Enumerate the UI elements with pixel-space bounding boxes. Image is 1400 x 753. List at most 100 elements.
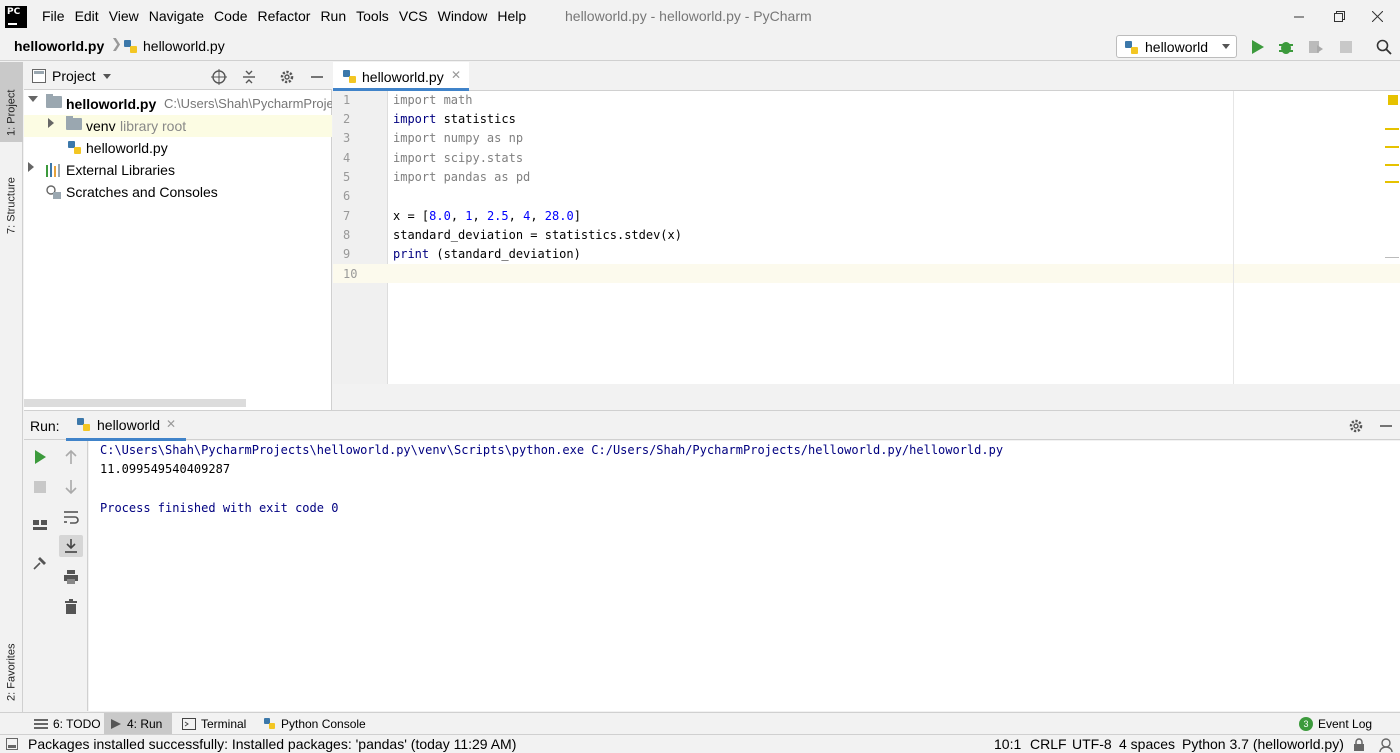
scroll-to-end-button[interactable] [59, 535, 83, 557]
breadcrumb-project[interactable]: helloworld.py [14, 38, 104, 54]
coverage-icon[interactable] [1308, 39, 1324, 55]
python-icon [1125, 41, 1138, 54]
current-line-gutter-highlight [333, 264, 388, 283]
code-text: statistics [436, 112, 516, 126]
code-line: import statistics [393, 112, 516, 126]
code-editor[interactable]: 1 2 3 4 5 6 7 8 9 10 import math import … [333, 91, 1400, 384]
menu-tools[interactable]: Tools [351, 0, 394, 33]
tool-tab-favorites-label: 2: Favorites [5, 643, 18, 701]
code-text: , [450, 209, 466, 223]
close-icon[interactable]: ✕ [166, 417, 176, 431]
print-icon[interactable] [63, 569, 79, 585]
rerun-icon[interactable] [32, 449, 48, 465]
tool-tab-structure[interactable]: 7: Structure [0, 150, 23, 240]
line-number: 1 [343, 93, 351, 107]
pin-icon[interactable] [32, 555, 48, 571]
hide-panel-icon[interactable] [309, 69, 325, 85]
project-panel-title[interactable]: Project [52, 68, 96, 84]
arrow-down-icon[interactable] [63, 479, 79, 495]
stop-icon[interactable] [32, 479, 48, 495]
horizontal-scrollbar[interactable] [24, 399, 246, 407]
inspector-icon[interactable] [1378, 737, 1394, 753]
locate-target-icon[interactable] [211, 69, 227, 85]
menu-file[interactable]: File [37, 0, 70, 33]
error-stripe-mark[interactable] [1385, 257, 1399, 258]
line-separator[interactable]: CRLF [1030, 736, 1067, 752]
code-keyword: print [393, 247, 430, 261]
line-number: 4 [343, 151, 351, 165]
error-stripe-mark[interactable] [1385, 181, 1399, 183]
run-icon[interactable] [1250, 39, 1266, 55]
error-stripe-mark[interactable] [1385, 164, 1399, 166]
tool-tab-favorites[interactable]: 2: Favorites [0, 617, 23, 707]
hide-panel-icon[interactable] [1378, 418, 1394, 434]
code-text: x = [ [393, 209, 430, 223]
menu-window[interactable]: Window [433, 0, 493, 33]
gear-icon[interactable] [279, 69, 295, 85]
indent-setting[interactable]: 4 spaces [1119, 736, 1175, 752]
code-number: 28.0 [544, 209, 574, 223]
caret-position[interactable]: 10:1 [994, 736, 1021, 752]
line-number: 5 [343, 170, 351, 184]
error-stripe-mark[interactable] [1385, 128, 1399, 130]
lock-icon[interactable] [1352, 738, 1366, 752]
python-interpreter[interactable]: Python 3.7 (helloworld.py) [1182, 736, 1344, 752]
tool-tab-project-label: 1: Project [5, 89, 18, 136]
tree-item-venv[interactable]: venv library root [24, 115, 332, 137]
run-panel-label: Run: [30, 418, 60, 434]
navigation-bar: helloworld.py ❯ helloworld.py helloworld [0, 33, 1400, 61]
menu-edit[interactable]: Edit [70, 0, 104, 33]
tool-tab-python-console[interactable]: Python Console [258, 713, 372, 735]
run-configuration-select[interactable]: helloworld [1116, 35, 1237, 58]
close-icon[interactable]: ✕ [451, 68, 461, 82]
tool-tab-terminal[interactable]: Terminal [176, 713, 252, 735]
menu-refactor[interactable]: Refactor [253, 0, 316, 33]
tool-tab-project[interactable]: 1: Project [0, 62, 23, 142]
right-margin-guide [1233, 91, 1234, 384]
code-number: 8.0 [429, 209, 451, 223]
status-toggle-icon[interactable] [6, 738, 18, 750]
tool-tab-run[interactable]: 4: Run [104, 713, 172, 735]
menu-vcs[interactable]: VCS [394, 0, 433, 33]
warning-indicator-icon[interactable] [1388, 95, 1398, 105]
tool-tab-todo[interactable]: 6: TODO [28, 713, 107, 735]
file-encoding[interactable]: UTF-8 [1072, 736, 1112, 752]
tree-item-file[interactable]: helloworld.py [24, 137, 332, 159]
console-command-line: C:\Users\Shah\PycharmProjects\helloworld… [100, 443, 1004, 457]
tool-tab-structure-label: 7: Structure [5, 177, 18, 234]
line-number: 2 [343, 112, 351, 126]
editor-tab-helloworld[interactable]: helloworld.py ✕ [333, 62, 469, 91]
python-file-icon [343, 70, 356, 83]
status-message[interactable]: Packages installed successfully: Install… [28, 736, 516, 752]
menu-code[interactable]: Code [209, 0, 252, 33]
stop-icon[interactable] [1338, 39, 1354, 55]
tree-item-scratches[interactable]: Scratches and Consoles [24, 181, 332, 203]
arrow-up-icon[interactable] [63, 449, 79, 465]
minimize-icon [1294, 16, 1304, 17]
menu-help[interactable]: Help [492, 0, 531, 33]
code-line: import numpy as np [393, 131, 524, 145]
breadcrumb-file[interactable]: helloworld.py [143, 38, 225, 54]
collapse-all-icon[interactable] [241, 69, 257, 85]
menu-run[interactable]: Run [315, 0, 351, 33]
run-console-output[interactable]: C:\Users\Shah\PycharmProjects\helloworld… [89, 441, 1400, 711]
line-number-gutter: 1 2 3 4 5 6 7 8 9 10 [333, 91, 388, 384]
layout-icon[interactable] [32, 517, 48, 533]
close-window-button[interactable] [1354, 0, 1400, 33]
tool-tab-event-log[interactable]: 3 Event Log [1293, 713, 1378, 735]
menu-view[interactable]: View [104, 0, 144, 33]
search-icon[interactable] [1376, 39, 1392, 55]
code-text: (standard_deviation) [429, 247, 581, 261]
tree-item-root[interactable]: helloworld.py C:\Users\Shah\PycharmProje… [24, 93, 332, 115]
trash-icon[interactable] [63, 599, 79, 615]
error-stripe-mark[interactable] [1385, 146, 1399, 148]
tree-item-external-libraries[interactable]: External Libraries [24, 159, 332, 181]
soft-wrap-icon[interactable] [63, 509, 79, 525]
run-tab-helloworld[interactable]: helloworld ✕ [66, 411, 186, 441]
gear-icon[interactable] [1348, 418, 1364, 434]
chevron-down-icon[interactable] [103, 74, 111, 79]
menu-navigate[interactable]: Navigate [144, 0, 209, 33]
debug-icon[interactable] [1278, 39, 1294, 55]
python-file-icon [68, 141, 81, 154]
tool-tab-python-console-label: Python Console [281, 717, 366, 731]
